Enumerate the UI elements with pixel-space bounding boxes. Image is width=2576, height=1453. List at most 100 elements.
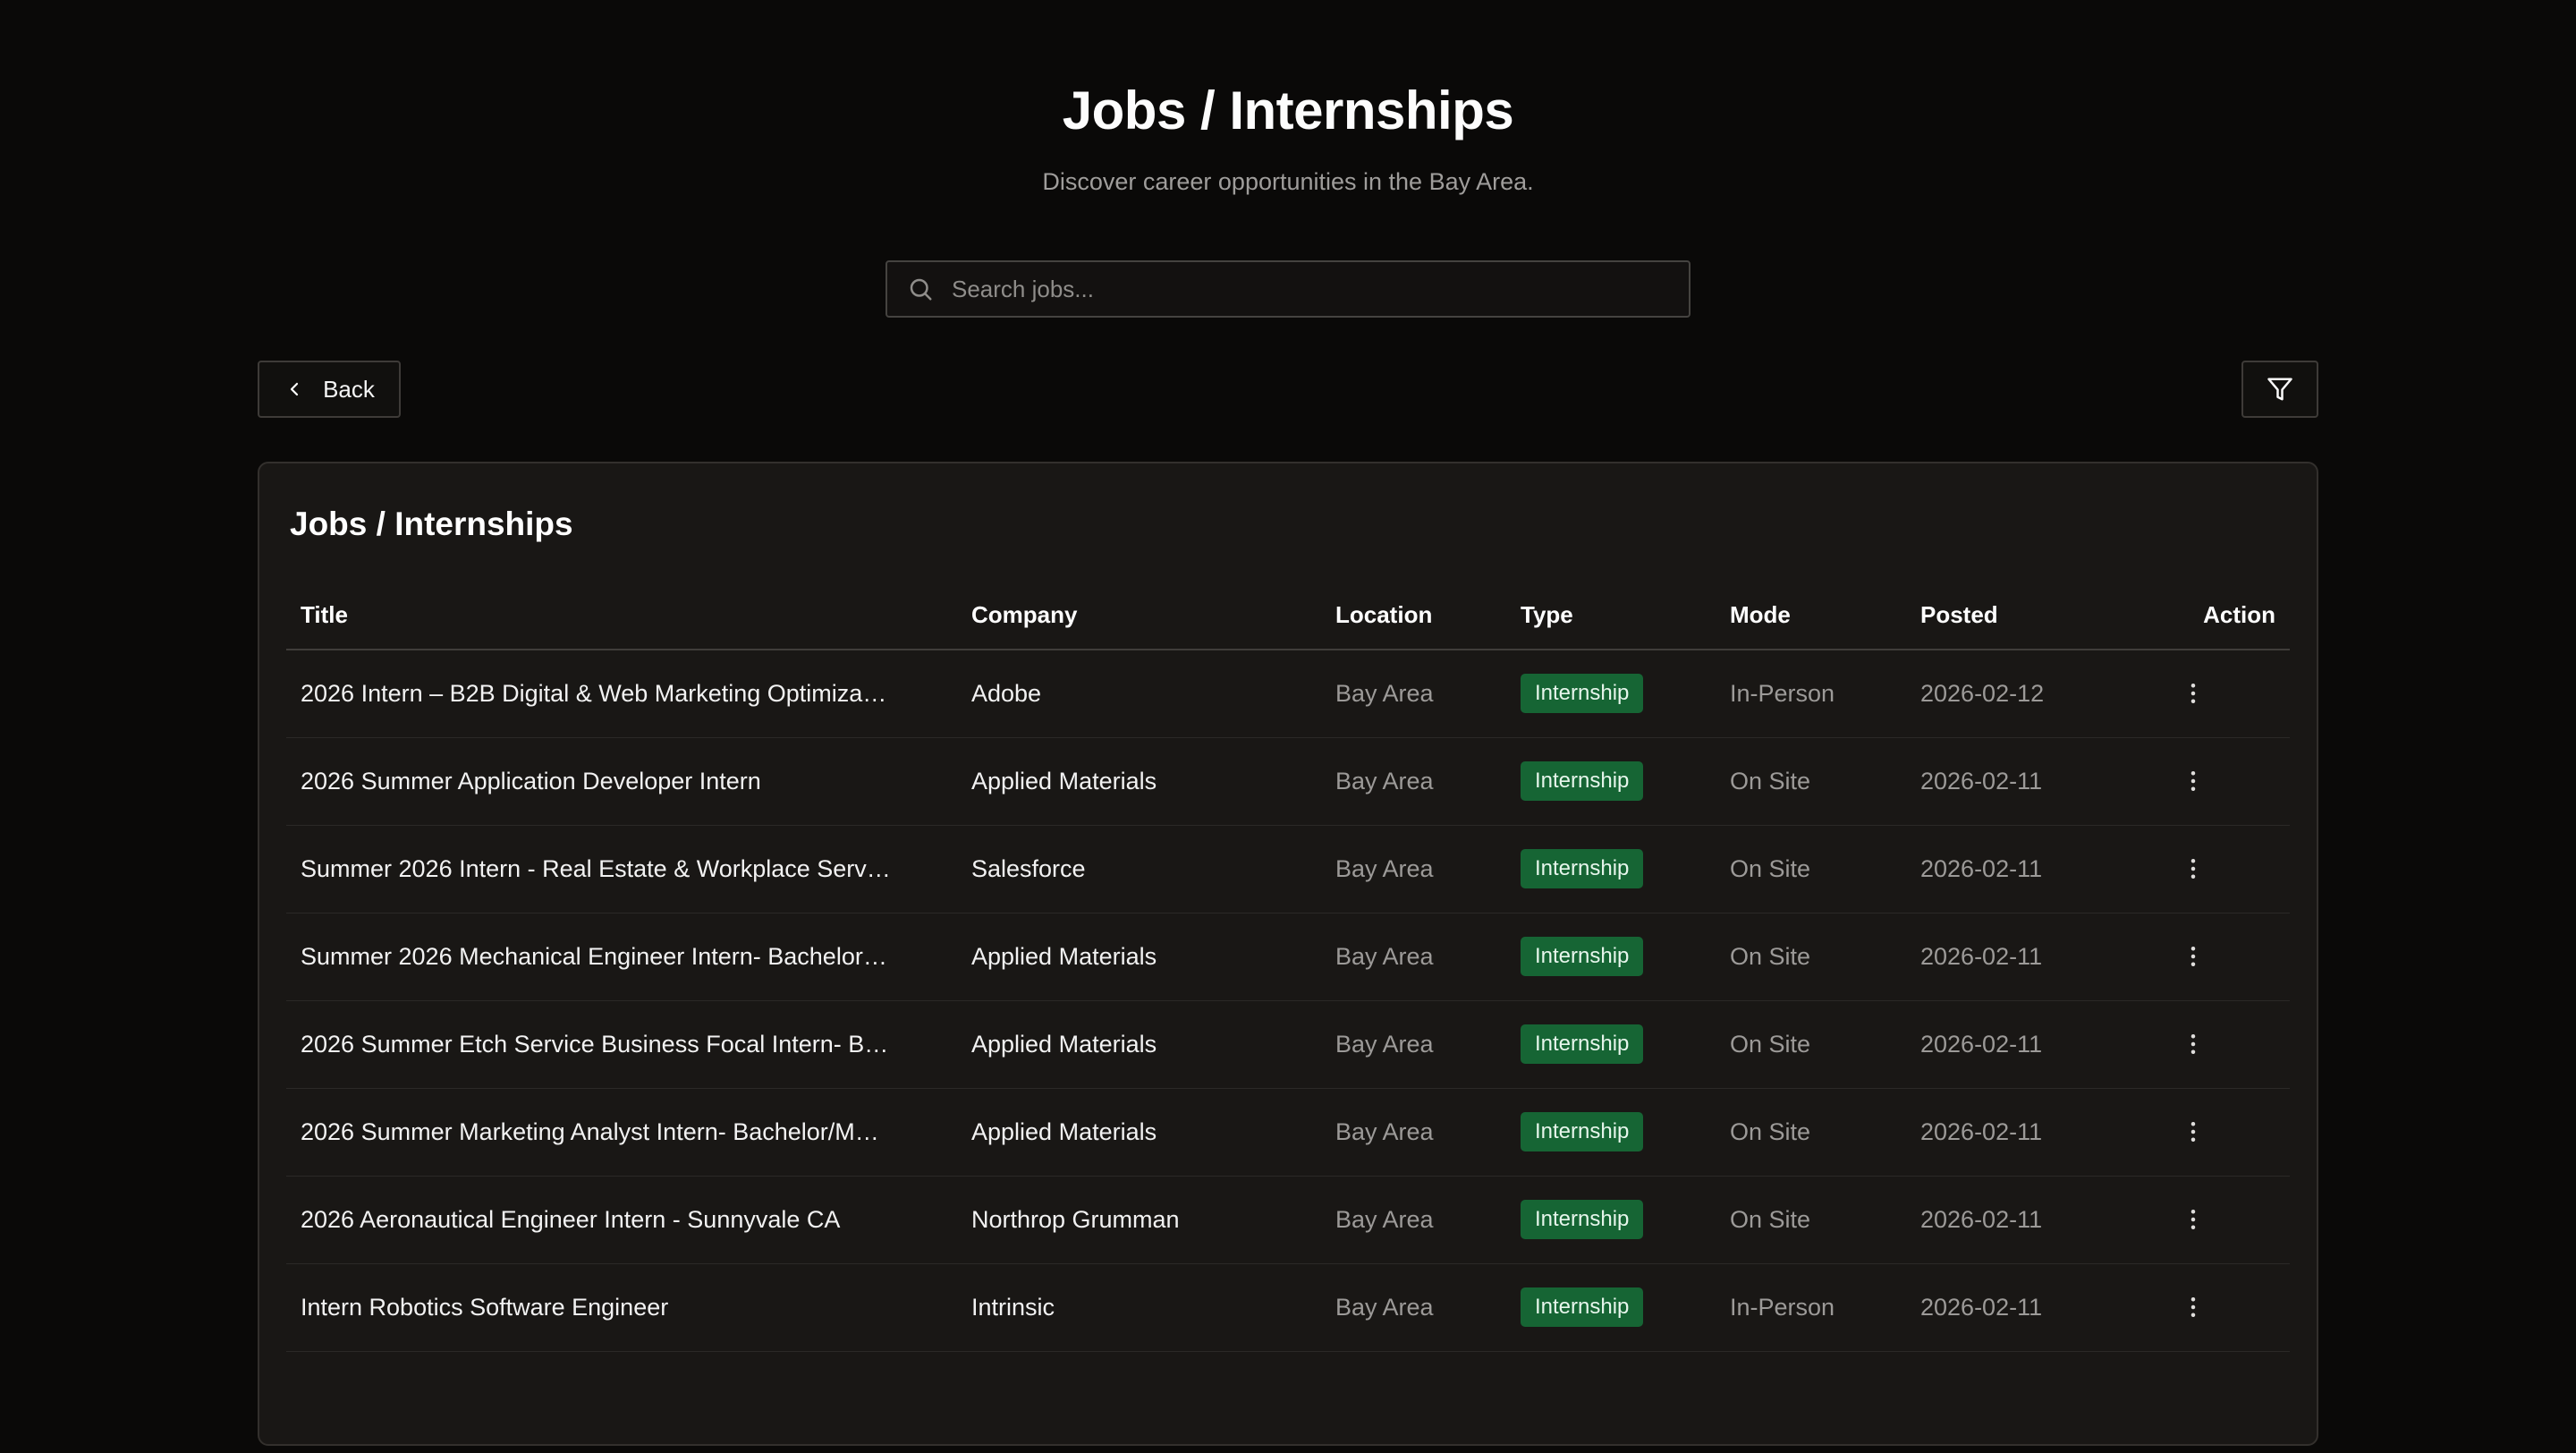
jobs-table: Title Company Location Type Mode Posted … [286,580,2290,1352]
type-badge: Internship [1521,849,1643,888]
back-label: Back [323,376,375,404]
kebab-vertical-icon [2180,1206,2207,1233]
location-cell: Bay Area [1321,1000,1506,1088]
column-header-mode: Mode [1716,580,1906,650]
job-title-cell: 2026 Summer Etch Service Business Focal … [286,1000,957,1088]
type-badge: Internship [1521,1287,1643,1327]
jobs-panel: Jobs / Internships Title Company Locatio… [258,462,2318,1446]
table-row: 2026 Summer Marketing Analyst Intern- Ba… [286,1088,2290,1176]
posted-cell: 2026-02-11 [1906,737,2138,825]
column-header-company: Company [957,580,1321,650]
type-cell: Internship [1506,737,1716,825]
mode-cell: In-Person [1716,1263,1906,1351]
row-actions-button[interactable] [2174,761,2213,801]
location-cell: Bay Area [1321,1088,1506,1176]
row-actions-button[interactable] [2174,1024,2213,1064]
page-root: Jobs / Internships Discover career oppor… [0,79,2576,1446]
mode-cell: On Site [1716,1088,1906,1176]
job-title-cell: Summer 2026 Mechanical Engineer Intern- … [286,913,957,1000]
company-cell: Applied Materials [957,1000,1321,1088]
type-cell: Internship [1506,1088,1716,1176]
row-actions-button[interactable] [2174,849,2213,888]
page-subtitle: Discover career opportunities in the Bay… [0,166,2576,197]
column-header-title: Title [286,580,957,650]
posted-cell: 2026-02-11 [1906,1263,2138,1351]
type-cell: Internship [1506,650,1716,737]
job-title-cell: 2026 Intern – B2B Digital & Web Marketin… [286,650,957,737]
table-row: Summer 2026 Mechanical Engineer Intern- … [286,913,2290,1000]
location-cell: Bay Area [1321,913,1506,1000]
column-header-location: Location [1321,580,1506,650]
type-badge: Internship [1521,674,1643,713]
type-badge: Internship [1521,1200,1643,1239]
job-title-cell: Intern Robotics Software Engineer [286,1263,957,1351]
type-cell: Internship [1506,1000,1716,1088]
search-bar[interactable] [886,260,1690,318]
kebab-vertical-icon [2180,768,2207,794]
company-cell: Applied Materials [957,913,1321,1000]
action-cell [2138,825,2290,913]
panel-heading: Jobs / Internships [290,505,2290,544]
type-cell: Internship [1506,1263,1716,1351]
mode-cell: On Site [1716,913,1906,1000]
chevron-left-icon [284,378,305,400]
funnel-icon [2267,376,2293,403]
type-cell: Internship [1506,913,1716,1000]
mode-cell: On Site [1716,1000,1906,1088]
job-title-cell: 2026 Summer Marketing Analyst Intern- Ba… [286,1088,957,1176]
kebab-vertical-icon [2180,1118,2207,1145]
column-header-type: Type [1506,580,1716,650]
company-cell: Northrop Grumman [957,1176,1321,1263]
action-cell [2138,650,2290,737]
type-cell: Internship [1506,1176,1716,1263]
search-icon [907,276,934,302]
location-cell: Bay Area [1321,1263,1506,1351]
table-row: Intern Robotics Software Engineer Intrin… [286,1263,2290,1351]
location-cell: Bay Area [1321,1176,1506,1263]
filter-button[interactable] [2241,361,2318,418]
posted-cell: 2026-02-11 [1906,1088,2138,1176]
job-title-cell: Summer 2026 Intern - Real Estate & Workp… [286,825,957,913]
type-badge: Internship [1521,1024,1643,1064]
type-badge: Internship [1521,1112,1643,1151]
row-actions-button[interactable] [2174,1112,2213,1151]
type-badge: Internship [1521,761,1643,801]
posted-cell: 2026-02-11 [1906,913,2138,1000]
mode-cell: On Site [1716,737,1906,825]
location-cell: Bay Area [1321,650,1506,737]
company-cell: Salesforce [957,825,1321,913]
column-header-posted: Posted [1906,580,2138,650]
table-row: 2026 Aeronautical Engineer Intern - Sunn… [286,1176,2290,1263]
action-cell [2138,1176,2290,1263]
company-cell: Adobe [957,650,1321,737]
job-title-cell: 2026 Summer Application Developer Intern [286,737,957,825]
company-cell: Applied Materials [957,1088,1321,1176]
kebab-vertical-icon [2180,680,2207,707]
kebab-vertical-icon [2180,1294,2207,1321]
hero: Jobs / Internships Discover career oppor… [0,79,2576,197]
posted-cell: 2026-02-12 [1906,650,2138,737]
mode-cell: On Site [1716,1176,1906,1263]
search-input[interactable] [950,275,1669,304]
table-row: Summer 2026 Intern - Real Estate & Workp… [286,825,2290,913]
back-button[interactable]: Back [258,361,401,418]
table-row: 2026 Summer Etch Service Business Focal … [286,1000,2290,1088]
row-actions-button[interactable] [2174,937,2213,976]
company-cell: Intrinsic [957,1263,1321,1351]
column-header-action: Action [2138,580,2290,650]
action-cell [2138,1000,2290,1088]
company-cell: Applied Materials [957,737,1321,825]
action-cell [2138,737,2290,825]
action-cell [2138,1088,2290,1176]
row-actions-button[interactable] [2174,1200,2213,1239]
posted-cell: 2026-02-11 [1906,1176,2138,1263]
location-cell: Bay Area [1321,737,1506,825]
posted-cell: 2026-02-11 [1906,825,2138,913]
row-actions-button[interactable] [2174,674,2213,713]
mode-cell: On Site [1716,825,1906,913]
table-row: 2026 Summer Application Developer Intern… [286,737,2290,825]
table-header-row: Title Company Location Type Mode Posted … [286,580,2290,650]
job-title-cell: 2026 Aeronautical Engineer Intern - Sunn… [286,1176,957,1263]
row-actions-button[interactable] [2174,1287,2213,1327]
page-title: Jobs / Internships [0,79,2576,143]
